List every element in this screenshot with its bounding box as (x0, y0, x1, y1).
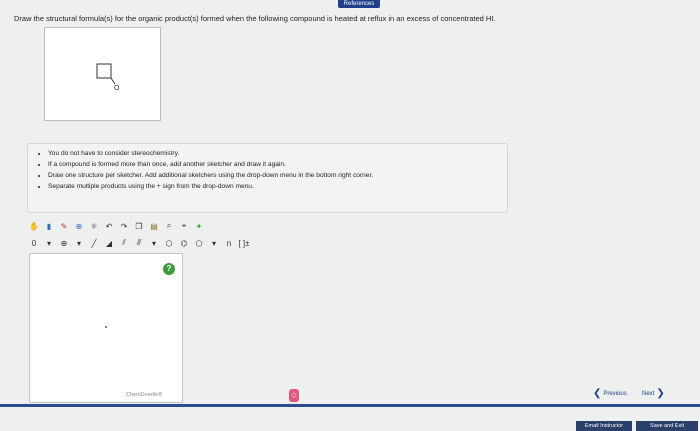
next-button[interactable]: Next ❯ (642, 387, 665, 401)
instruction-item: If a compound is formed more than once, … (48, 159, 507, 170)
double-bond-icon[interactable]: ⫽ (118, 237, 130, 249)
chevron-right-icon: ❯ (656, 388, 665, 399)
wedge-bond-icon[interactable]: ◢ (103, 237, 115, 249)
pentagon-ring-icon[interactable]: ⬠ (193, 237, 205, 249)
help-icon[interactable]: ? (163, 263, 175, 275)
email-instructor-button[interactable]: Email Instructor (576, 421, 632, 431)
molecule-drawing: O (96, 63, 120, 92)
template-icon[interactable]: ⚛ (88, 220, 100, 232)
instruction-item: Draw one structure per sketcher. Add add… (48, 170, 507, 181)
paste-icon[interactable]: ▤ (148, 220, 160, 232)
search-icon[interactable]: ⌕ (163, 220, 175, 232)
oxygen-atom-label: O (114, 85, 120, 92)
chemdoodle-brand: ChemDoodle® (126, 392, 163, 398)
chain-label-icon[interactable]: n (223, 237, 235, 249)
footer-divider (0, 404, 700, 407)
sketcher-menu-toggle[interactable]: ◇ (289, 389, 299, 402)
triple-bond-icon[interactable]: ⫻ (133, 237, 145, 249)
instruction-item: You do not have to consider stereochemis… (48, 148, 507, 159)
next-label: Next (642, 391, 655, 397)
chevron-left-icon: ❮ (593, 388, 602, 399)
dropdown-icon[interactable]: ▾ (73, 237, 85, 249)
undo-icon[interactable]: ↶ (103, 220, 115, 232)
previous-label: Previous (603, 391, 627, 397)
hand-icon[interactable]: ✋ (28, 220, 40, 232)
instructions-panel: You do not have to consider stereochemis… (27, 143, 508, 213)
clean-icon[interactable]: ✦ (193, 220, 205, 232)
copy-icon[interactable]: ❐ (133, 220, 145, 232)
charge-plus-icon[interactable]: ⊕ (58, 237, 70, 249)
cyclobutane-ring (96, 63, 112, 79)
sketcher-canvas[interactable]: ? ChemDoodle® (29, 253, 183, 403)
benzene-ring-icon[interactable]: ⌬ (178, 237, 190, 249)
redo-icon[interactable]: ↷ (118, 220, 130, 232)
dropdown-icon[interactable]: ▾ (148, 237, 160, 249)
single-bond-icon[interactable]: ╱ (88, 237, 100, 249)
question-prompt: Draw the structural formula(s) for the o… (14, 14, 496, 23)
instruction-item: Separate multiple products using the + s… (48, 181, 507, 192)
sketcher-toolbar-top: ✋ ▮ ✎ ⊕ ⚛ ↶ ↷ ❐ ▤ ⌕ ⌖ ✦ (28, 219, 205, 233)
clipboard-icon[interactable]: ▮ (43, 220, 55, 232)
molecule-structure-box: O (44, 27, 161, 121)
canvas-dot (105, 326, 107, 328)
dropdown-icon[interactable]: ▾ (43, 237, 55, 249)
save-and-exit-button[interactable]: Save and Exit (636, 421, 698, 431)
zoom-out-icon[interactable]: ⌖ (178, 220, 190, 232)
dropdown-icon[interactable]: ▾ (208, 237, 220, 249)
hexagon-ring-icon[interactable]: ⬡ (163, 237, 175, 249)
eraser-icon[interactable]: ✎ (58, 220, 70, 232)
references-tab[interactable]: References (338, 0, 380, 8)
previous-button[interactable]: ❮ Previous (593, 387, 627, 401)
zoom-in-icon[interactable]: ⊕ (73, 220, 85, 232)
charge-bracket-icon[interactable]: [ ]± (238, 237, 250, 249)
counter-display[interactable]: 0 (28, 237, 40, 249)
sketcher-toolbar-bottom: 0 ▾ ⊕ ▾ ╱ ◢ ⫽ ⫻ ▾ ⬡ ⌬ ⬠ ▾ n [ ]± (28, 236, 250, 250)
